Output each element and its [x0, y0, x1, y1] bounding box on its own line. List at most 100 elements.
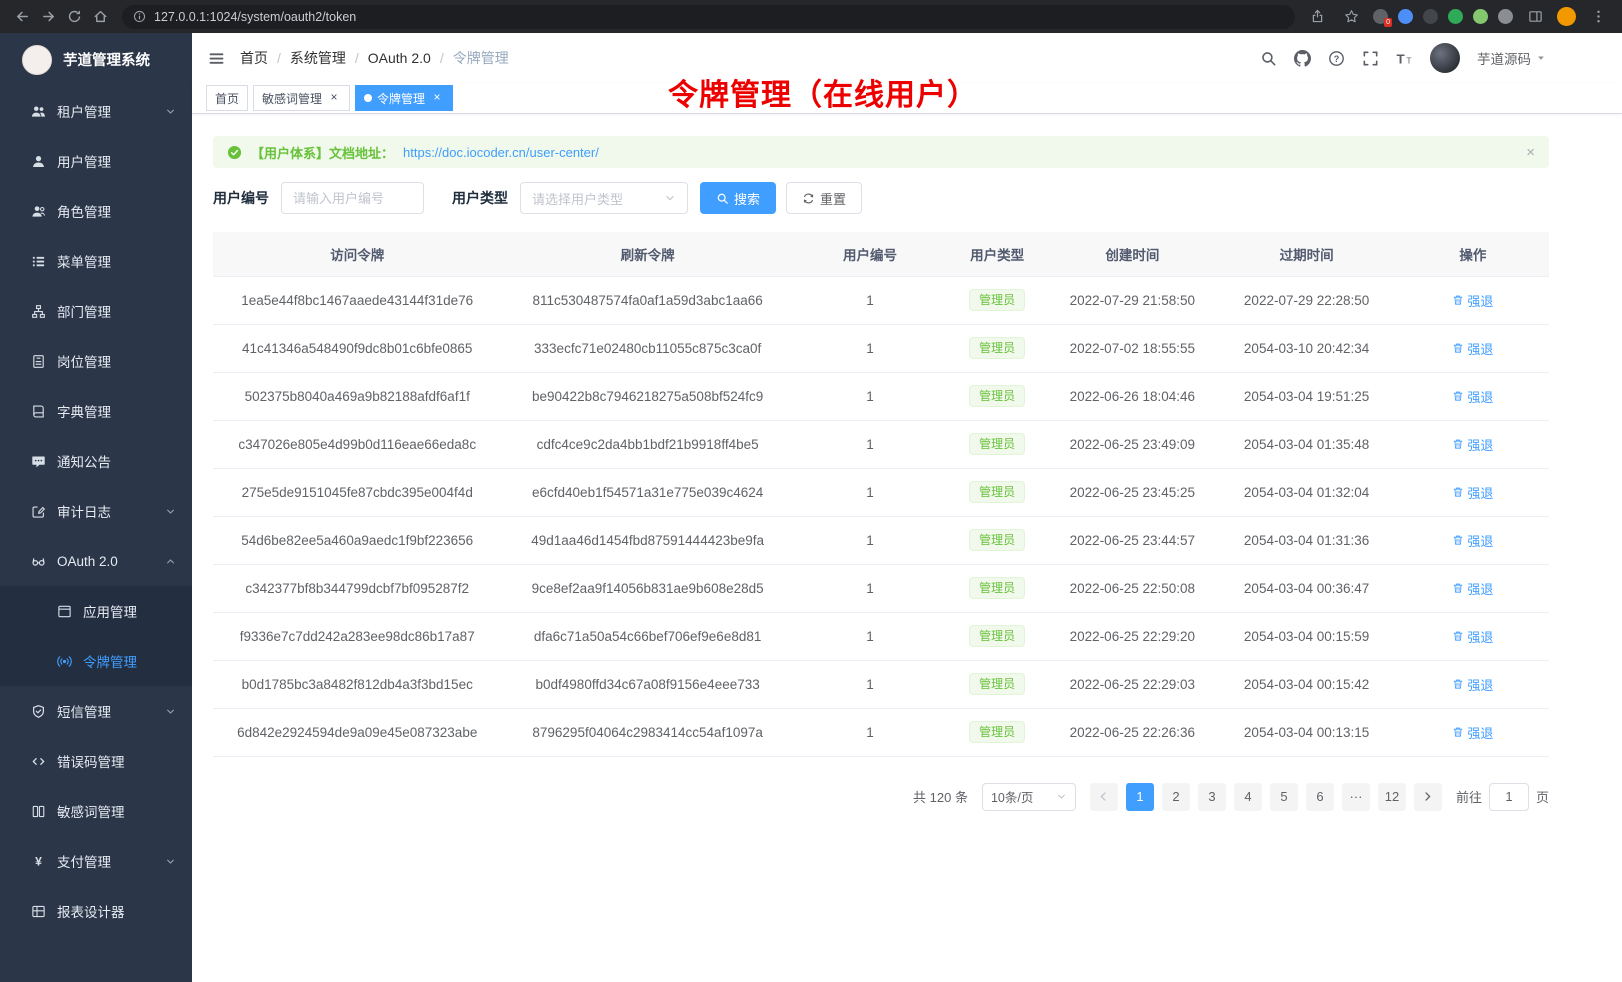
svg-text:T: T	[1397, 51, 1405, 66]
page-button-12[interactable]: 12	[1378, 783, 1406, 811]
expire-time-cell: 2054-03-04 00:15:42	[1216, 660, 1396, 708]
tab-sensitive-word[interactable]: 敏感词管理×	[253, 85, 350, 111]
breadcrumb-item[interactable]: OAuth 2.0	[368, 50, 431, 66]
force-logout-button[interactable]: 强退	[1452, 435, 1493, 454]
fullscreen-icon[interactable]	[1362, 50, 1379, 67]
column-header: 访问令牌	[213, 232, 501, 276]
force-logout-button[interactable]: 强退	[1452, 531, 1493, 550]
refresh-token-cell: 811c530487574fa0af1a59d3abc1aa66	[501, 276, 793, 324]
prev-page-button[interactable]	[1090, 783, 1118, 811]
user-avatar[interactable]	[1430, 43, 1460, 73]
page-button-5[interactable]: 5	[1270, 783, 1298, 811]
bookmark-star-icon[interactable]	[1339, 5, 1363, 29]
search-form: 用户编号 用户类型 请选择用户类型 搜索 重置	[213, 182, 1549, 214]
sidebar-item-error-code[interactable]: 错误码管理	[0, 736, 192, 786]
next-page-button[interactable]	[1414, 783, 1442, 811]
user-id-cell: 1	[794, 708, 946, 756]
breadcrumb-item[interactable]: 系统管理	[290, 48, 346, 68]
sidebar-item-tenant[interactable]: 租户管理	[0, 86, 192, 136]
extension-icon-blue[interactable]	[1398, 9, 1413, 24]
font-size-icon[interactable]: TT	[1396, 50, 1413, 67]
side-panel-icon[interactable]	[1523, 5, 1547, 29]
force-logout-button[interactable]: 强退	[1452, 723, 1493, 742]
sidebar-item-pay[interactable]: ¥支付管理	[0, 836, 192, 886]
extension-icon-dark[interactable]	[1423, 9, 1438, 24]
github-icon[interactable]	[1294, 50, 1311, 67]
page-button-1[interactable]: 1	[1126, 783, 1154, 811]
user-id-input[interactable]	[281, 182, 424, 214]
sidebar-item-oauth2-app[interactable]: 应用管理	[0, 586, 192, 636]
extensions-puzzle-icon[interactable]: 0	[1373, 9, 1388, 24]
app-logo[interactable]: 芋道管理系统	[0, 33, 192, 86]
browser-reload-icon[interactable]	[62, 5, 86, 29]
expire-time-cell: 2054-03-04 01:35:48	[1216, 420, 1396, 468]
browser-profile-avatar[interactable]	[1557, 7, 1576, 26]
page-button-3[interactable]: 3	[1198, 783, 1226, 811]
force-logout-button[interactable]: 强退	[1452, 579, 1493, 598]
force-logout-button[interactable]: 强退	[1452, 387, 1493, 406]
browser-home-icon[interactable]	[88, 5, 112, 29]
force-logout-button[interactable]: 强退	[1452, 291, 1493, 310]
force-logout-button[interactable]: 强退	[1452, 339, 1493, 358]
sidebar-item-post[interactable]: 岗位管理	[0, 336, 192, 386]
sidebar-item-audit-log[interactable]: 审计日志	[0, 486, 192, 536]
tab-close-icon[interactable]: ×	[430, 91, 444, 105]
page-button-2[interactable]: 2	[1162, 783, 1190, 811]
sidebar-item-sms[interactable]: 短信管理	[0, 686, 192, 736]
browser-menu-icon[interactable]	[1586, 5, 1610, 29]
sidebar-item-menu[interactable]: 菜单管理	[0, 236, 192, 286]
user-menu[interactable]: 芋道源码	[1477, 48, 1546, 68]
tab-token[interactable]: 令牌管理×	[355, 85, 453, 111]
force-logout-button[interactable]: 强退	[1452, 483, 1493, 502]
doc-link[interactable]: https://doc.iocoder.cn/user-center/	[403, 145, 599, 160]
sidebar-item-notice[interactable]: 通知公告	[0, 436, 192, 486]
table-row: c347026e805e4d99b0d116eae66eda8ccdfc4ce9…	[213, 420, 1549, 468]
sidebar-item-user[interactable]: 用户管理	[0, 136, 192, 186]
user-type-select[interactable]: 请选择用户类型	[520, 182, 688, 214]
sidebar-item-label: 令牌管理	[83, 651, 137, 671]
extension-icon-green[interactable]	[1448, 9, 1463, 24]
table-row: 1ea5e44f8bc1467aaede43144f31de76811c5304…	[213, 276, 1549, 324]
sidebar-item-report[interactable]: 报表设计器	[0, 886, 192, 936]
sidebar-collapse-icon[interactable]	[208, 50, 225, 67]
user-type-badge: 管理员	[969, 433, 1025, 455]
sidebar-item-role[interactable]: 角色管理	[0, 186, 192, 236]
pager-ellipsis[interactable]: ···	[1342, 783, 1370, 811]
tab-home[interactable]: 首页	[206, 85, 248, 111]
sidebar-item-oauth2-token[interactable]: 令牌管理	[0, 636, 192, 686]
address-bar[interactable]: 127.0.0.1:1024/system/oauth2/token	[122, 5, 1295, 29]
site-info-icon[interactable]	[133, 10, 146, 23]
force-logout-button[interactable]: 强退	[1452, 675, 1493, 694]
sidebar-item-oauth2[interactable]: OAuth 2.0	[0, 536, 192, 586]
browser-forward-icon[interactable]	[36, 5, 60, 29]
user-id-cell: 1	[794, 612, 946, 660]
chevron-down-icon	[165, 856, 176, 867]
reset-button[interactable]: 重置	[786, 182, 862, 214]
help-icon[interactable]: ?	[1328, 50, 1345, 67]
sidebar-item-label: 支付管理	[57, 851, 111, 871]
search-icon[interactable]	[1260, 50, 1277, 67]
sidebar-item-sensitive-word[interactable]: 敏感词管理	[0, 786, 192, 836]
alert-close-icon[interactable]: ×	[1526, 144, 1535, 161]
browser-back-icon[interactable]	[10, 5, 34, 29]
page-size-select[interactable]: 10条/页	[982, 783, 1076, 811]
sidebar-item-dept[interactable]: 部门管理	[0, 286, 192, 336]
force-logout-button[interactable]: 强退	[1452, 627, 1493, 646]
page-button-4[interactable]: 4	[1234, 783, 1262, 811]
share-icon[interactable]	[1305, 5, 1329, 29]
page-button-6[interactable]: 6	[1306, 783, 1334, 811]
extension-icon-gray[interactable]	[1498, 9, 1513, 24]
user-type-cell: 管理员	[946, 660, 1048, 708]
created-time-cell: 2022-06-25 23:49:09	[1048, 420, 1216, 468]
breadcrumb-item[interactable]: 首页	[240, 48, 268, 68]
access-token-cell: b0d1785bc3a8482f812db4a3f3bd15ec	[213, 660, 501, 708]
access-token-cell: 6d842e2924594de9a09e45e087323abe	[213, 708, 501, 756]
tab-close-icon[interactable]: ×	[327, 91, 341, 105]
refresh-token-cell: dfa6c71a50a54c66bef706ef9e6e8d81	[501, 612, 793, 660]
trash-icon	[1452, 486, 1464, 498]
sidebar-item-dict[interactable]: 字典管理	[0, 386, 192, 436]
extension-icon-lightgreen[interactable]	[1473, 9, 1488, 24]
search-button[interactable]: 搜索	[700, 182, 776, 214]
sidebar-item-label: 角色管理	[57, 201, 111, 221]
goto-page-input[interactable]	[1489, 783, 1529, 811]
